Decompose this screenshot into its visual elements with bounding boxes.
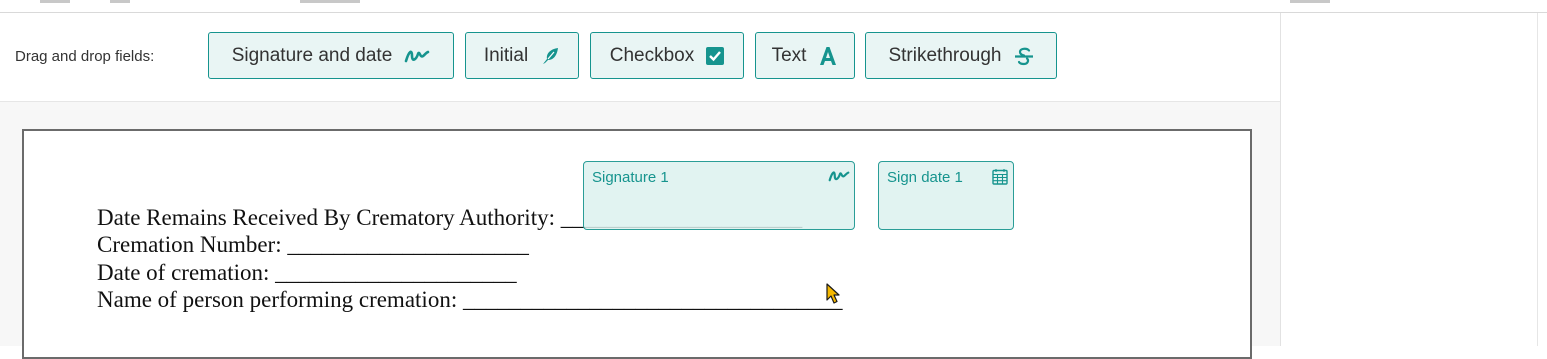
- placed-field-label: Sign date 1: [887, 169, 963, 186]
- top-strip-mark: [110, 0, 130, 3]
- strikethrough-icon: [1014, 46, 1034, 66]
- document-line-person-performing: Name of person performing cremation: ___…: [97, 287, 843, 312]
- top-strip: [0, 0, 1547, 13]
- toolbar-label: Drag and drop fields:: [15, 48, 155, 65]
- signature-and-date-field-button[interactable]: Signature and date: [208, 32, 454, 79]
- feather-icon: [540, 46, 560, 66]
- field-button-label: Strikethrough: [888, 44, 1002, 66]
- checkbox-icon: [706, 46, 725, 65]
- signature-icon: [404, 47, 430, 65]
- document-line-cremation-number: Cremation Number: _____________________: [97, 232, 529, 257]
- checkbox-field-button[interactable]: Checkbox: [590, 32, 744, 79]
- initial-field-button[interactable]: Initial: [465, 32, 579, 79]
- right-side-panel: [1280, 13, 1538, 346]
- calendar-icon: [992, 168, 1008, 189]
- top-strip-mark: [40, 0, 70, 3]
- placed-signature-field[interactable]: Signature 1: [583, 161, 855, 230]
- placed-field-label: Signature 1: [592, 169, 669, 186]
- top-strip-mark: [1290, 0, 1330, 3]
- top-strip-mark: [300, 0, 360, 3]
- field-button-label: Checkbox: [609, 44, 695, 66]
- text-a-icon: [818, 46, 838, 66]
- placed-sign-date-field[interactable]: Sign date 1: [878, 161, 1014, 230]
- document-line-date-of-cremation: Date of cremation: _____________________: [97, 260, 517, 285]
- field-button-label: Text: [771, 44, 807, 66]
- field-button-label: Signature and date: [231, 44, 393, 66]
- text-field-button[interactable]: Text: [755, 32, 855, 79]
- strikethrough-field-button[interactable]: Strikethrough: [865, 32, 1057, 79]
- mouse-cursor-icon: [826, 283, 842, 310]
- field-button-label: Initial: [483, 44, 529, 66]
- scrollbar-track[interactable]: [1537, 13, 1547, 346]
- fields-toolbar: Drag and drop fields: Signature and date…: [0, 13, 1280, 102]
- signature-icon: [828, 168, 850, 188]
